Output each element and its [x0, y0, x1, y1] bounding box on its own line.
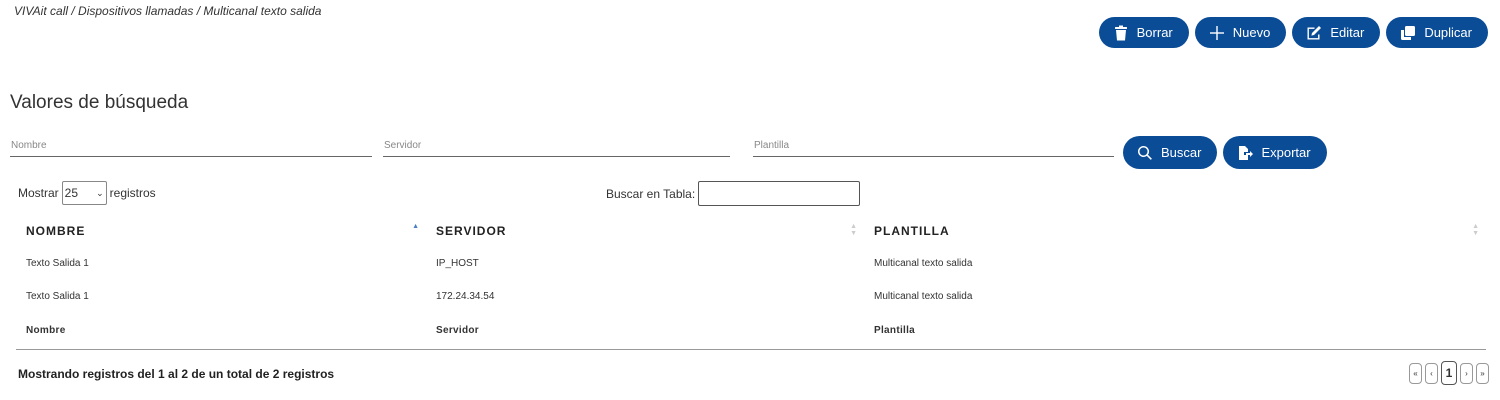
search-section-title: Valores de búsqueda	[10, 92, 189, 113]
page-length-value: 25	[64, 186, 79, 200]
servidor-filter-input[interactable]	[383, 137, 730, 157]
page-length-prefix: Mostrar	[18, 186, 59, 200]
cell-servidor: 172.24.34.54	[436, 291, 495, 302]
page-length-control: Mostrar 25 ⌄ registros	[18, 181, 156, 205]
duplicate-button[interactable]: Duplicar	[1386, 17, 1488, 48]
new-button[interactable]: Nuevo	[1194, 17, 1287, 48]
column-header-label: PLANTILLA	[874, 223, 950, 238]
sort-icon: ▲ ▼	[1472, 223, 1480, 237]
table-search-label: Buscar en Tabla:	[606, 186, 696, 201]
search-label: Buscar	[1161, 145, 1202, 160]
search-icon	[1138, 145, 1152, 160]
breadcrumb: VIVAit call / Dispositivos llamadas / Mu…	[14, 4, 322, 18]
edit-label: Editar	[1330, 25, 1365, 40]
plantilla-filter-input[interactable]	[753, 137, 1114, 157]
column-header-label: SERVIDOR	[436, 223, 507, 238]
sort-icon: ▲ ▼	[850, 223, 858, 237]
copy-icon	[1401, 25, 1416, 40]
trash-icon	[1114, 25, 1127, 40]
page-length-suffix: registros	[109, 186, 156, 200]
table-footer-row: Nombre Servidor Plantilla	[16, 313, 1486, 350]
next-page-button[interactable]: ›	[1460, 362, 1473, 384]
cell-servidor: IP_HOST	[436, 258, 479, 269]
footer-nombre: Nombre	[16, 313, 426, 350]
table-search: Buscar en Tabla:	[606, 181, 861, 206]
new-label: Nuevo	[1232, 25, 1271, 40]
nombre-filter-input[interactable]	[10, 137, 372, 157]
plus-icon	[1209, 25, 1224, 40]
cell-plantilla: Multicanal texto salida	[874, 258, 973, 269]
sort-icon: ▲	[412, 223, 420, 230]
pagination: « ‹ 1 › »	[1409, 361, 1489, 385]
column-header-plantilla[interactable]: PLANTILLA ▲ ▼	[864, 214, 1486, 247]
export-label: Exportar	[1261, 145, 1311, 160]
chevron-down-icon: ⌄	[96, 187, 104, 198]
column-header-servidor[interactable]: SERVIDOR ▲ ▼	[426, 214, 864, 247]
edit-icon	[1307, 25, 1322, 39]
page-1-button[interactable]: 1	[1441, 361, 1457, 385]
footer-servidor: Servidor	[426, 313, 864, 350]
delete-button[interactable]: Borrar	[1098, 17, 1189, 48]
edit-button[interactable]: Editar	[1292, 17, 1381, 48]
duplicate-label: Duplicar	[1424, 25, 1472, 40]
page-length-select[interactable]: 25 ⌄	[61, 181, 107, 205]
cell-plantilla: Multicanal texto salida	[874, 291, 973, 302]
search-actions: Buscar Exportar	[1123, 136, 1327, 169]
footer-plantilla: Plantilla	[864, 313, 1486, 350]
table-row[interactable]: Texto Salida 1 IP_HOST Multicanal texto …	[16, 247, 1486, 280]
file-export-icon	[1239, 145, 1254, 160]
data-table: NOMBRE ▲ SERVIDOR ▲ ▼ PLANTILLA ▲ ▼ Texto …	[16, 214, 1486, 350]
search-button[interactable]: Buscar	[1123, 136, 1218, 169]
last-page-button[interactable]: »	[1476, 362, 1489, 384]
table-row[interactable]: Texto Salida 1 172.24.34.54 Multicanal t…	[16, 280, 1486, 313]
table-header-row: NOMBRE ▲ SERVIDOR ▲ ▼ PLANTILLA ▲ ▼	[16, 214, 1486, 247]
column-header-label: NOMBRE	[26, 223, 86, 238]
cell-nombre: Texto Salida 1	[26, 258, 89, 269]
toolbar: Borrar Nuevo Editar Duplicar	[1098, 17, 1488, 48]
table-info: Mostrando registros del 1 al 2 de un tot…	[18, 367, 335, 381]
table-search-input[interactable]	[698, 181, 861, 206]
cell-nombre: Texto Salida 1	[26, 291, 89, 302]
delete-label: Borrar	[1136, 25, 1173, 40]
export-button[interactable]: Exportar	[1223, 136, 1327, 169]
column-header-nombre[interactable]: NOMBRE ▲	[16, 214, 426, 247]
previous-page-button[interactable]: ‹	[1425, 362, 1438, 384]
first-page-button[interactable]: «	[1409, 362, 1422, 384]
